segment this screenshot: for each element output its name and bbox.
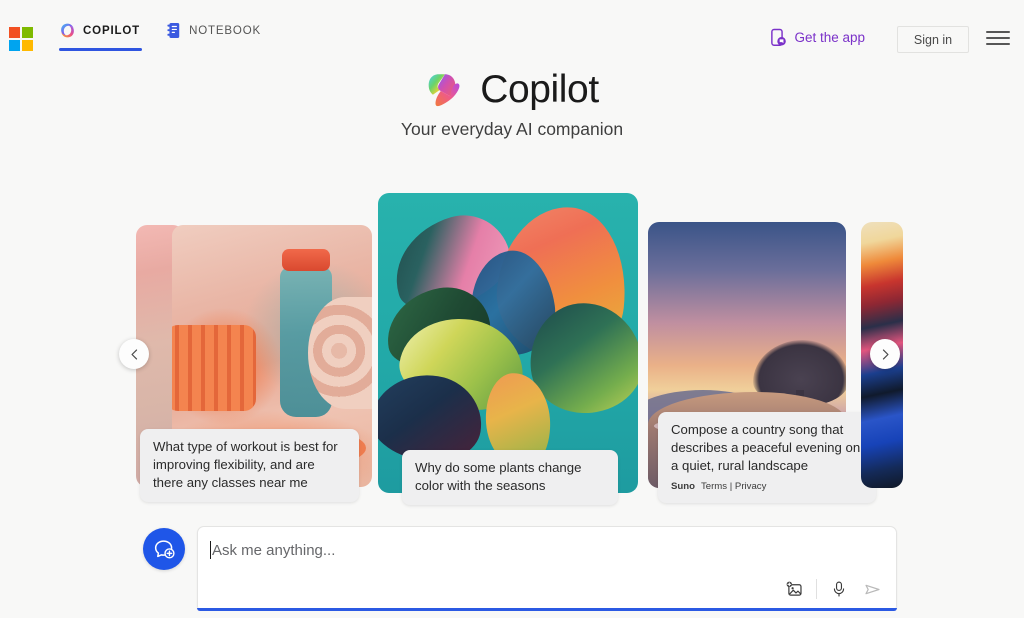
page-title: Copilot [480, 68, 599, 111]
tab-copilot-label: COPILOT [83, 24, 141, 37]
card-prop-bottle-cap [282, 249, 330, 271]
hero-subtitle: Your everyday AI companion [400, 119, 624, 139]
caption-text: Compose a country song that describes a … [671, 422, 861, 473]
chat-input-underline [197, 608, 897, 611]
copilot-logo [425, 69, 467, 111]
get-the-app-label: Get the app [794, 30, 865, 45]
action-divider [816, 579, 817, 599]
new-chat-icon [154, 539, 175, 559]
microphone-icon [833, 581, 845, 597]
suggestion-carousel: What type of workout is best for improvi… [0, 193, 1024, 505]
carousel-card-plants-image[interactable] [378, 193, 638, 493]
caption-text: Why do some plants change color with the… [415, 460, 582, 493]
send-button[interactable] [861, 578, 883, 600]
hero-title-row: Copilot [0, 68, 1024, 112]
caption-attribution: Suno Terms | Privacy [671, 480, 865, 493]
tab-notebook-label: NOTEBOOK [189, 24, 262, 37]
tab-notebook[interactable]: NOTEBOOK [166, 22, 261, 51]
card-prop-roller [172, 325, 256, 411]
card-prop-mat [308, 297, 372, 409]
get-the-app-link[interactable]: Get the app [770, 28, 865, 47]
copilot-icon [59, 22, 76, 39]
chevron-right-icon [882, 348, 889, 360]
caption-text: What type of workout is best for improvi… [153, 439, 338, 490]
text-cursor [210, 541, 211, 559]
microsoft-logo[interactable] [9, 27, 33, 51]
add-image-icon [786, 581, 802, 596]
chevron-left-icon [130, 348, 137, 360]
tab-copilot[interactable]: COPILOT [59, 22, 143, 51]
carousel-next-button[interactable] [870, 339, 900, 369]
sign-in-button[interactable]: Sign in [897, 26, 969, 53]
suno-links[interactable]: Terms | Privacy [701, 480, 766, 493]
notebook-icon [166, 22, 182, 39]
attach-image-button[interactable] [783, 578, 805, 600]
send-icon [864, 584, 880, 594]
carousel-caption-workout[interactable]: What type of workout is best for improvi… [140, 429, 359, 502]
hamburger-menu-icon[interactable] [986, 29, 1010, 47]
chat-input-container[interactable]: Ask me anything... [197, 526, 897, 609]
suno-brand: Suno [671, 480, 695, 492]
chat-input-placeholder: Ask me anything... [212, 542, 336, 559]
new-chat-button[interactable] [143, 528, 185, 570]
carousel-caption-landscape[interactable]: Compose a country song that describes a … [658, 412, 876, 503]
phone-app-icon [770, 28, 787, 47]
carousel-caption-plants[interactable]: Why do some plants change color with the… [402, 450, 618, 505]
voice-input-button[interactable] [828, 578, 850, 600]
composer-action-bar [783, 578, 883, 600]
carousel-prev-button[interactable] [119, 339, 149, 369]
hero-section: Copilot Your everyday AI companion [0, 68, 1024, 140]
top-navigation-bar: COPILOT NOTEBOOK Get the app Sign in [0, 0, 1024, 62]
nav-tabs: COPILOT NOTEBOOK [59, 22, 261, 51]
